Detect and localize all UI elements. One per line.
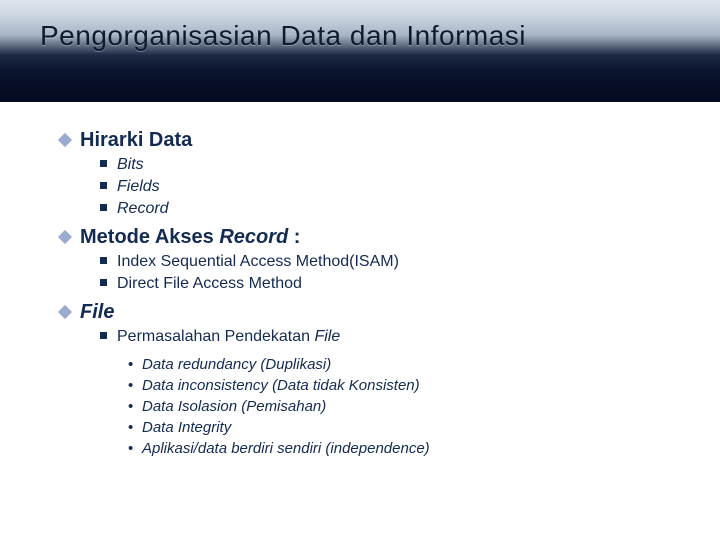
diamond-bullet-icon [58, 133, 72, 147]
item-text: Fields [117, 178, 160, 195]
heading-italic: Record [219, 226, 293, 248]
list-item: Fields [100, 176, 660, 198]
item-text: Bits [117, 156, 144, 173]
diamond-bullet-icon [58, 305, 72, 319]
item-text: Data redundancy (Duplikasi) [142, 356, 331, 373]
heading-hirarki-data: Hirarki Data [60, 129, 660, 152]
item-text-italic: File [314, 328, 340, 345]
slide: Pengorganisasian Data dan Informasi Hira… [0, 0, 720, 540]
item-text: Data inconsistency (Data tidak Konsisten… [142, 377, 420, 394]
list-item: Data inconsistency (Data tidak Konsisten… [128, 375, 660, 396]
list-item: Bits [100, 154, 660, 176]
list-metode: Index Sequential Access Method(ISAM) Dir… [100, 251, 660, 295]
heading-text: Hirarki Data [80, 129, 192, 151]
list-item: Data Integrity [128, 417, 660, 438]
list-item: Data Isolasion (Pemisahan) [128, 396, 660, 417]
item-text: Index Sequential Access Method(ISAM) [117, 253, 399, 270]
heading-text: Metode Akses [80, 226, 219, 248]
heading-file: File [60, 301, 660, 324]
item-text: Direct File Access Method [117, 275, 302, 292]
list-item: Data redundancy (Duplikasi) [128, 354, 660, 375]
item-text: Data Isolasion (Pemisahan) [142, 398, 326, 415]
heading-italic: File [80, 301, 114, 323]
list-item: Aplikasi/data berdiri sendiri (independe… [128, 438, 660, 459]
list-item: Permasalahan Pendekatan File [100, 326, 660, 348]
heading-after: : [294, 226, 301, 248]
item-text: Data Integrity [142, 419, 231, 436]
item-text: Aplikasi/data berdiri sendiri (independe… [142, 440, 430, 457]
sublist-file-problems: Data redundancy (Duplikasi) Data inconsi… [128, 354, 660, 459]
slide-title: Pengorganisasian Data dan Informasi [40, 20, 526, 52]
item-text: Record [117, 200, 169, 217]
list-item: Record [100, 198, 660, 220]
content-area: Hirarki Data Bits Fields Record Metode A… [60, 125, 660, 459]
list-item: Index Sequential Access Method(ISAM) [100, 251, 660, 273]
diamond-bullet-icon [58, 230, 72, 244]
list-item: Direct File Access Method [100, 273, 660, 295]
item-text-plain: Permasalahan Pendekatan [117, 328, 314, 345]
list-hirarki: Bits Fields Record [100, 154, 660, 220]
title-band: Pengorganisasian Data dan Informasi [0, 0, 720, 100]
heading-metode-akses: Metode Akses Record : [60, 226, 660, 249]
list-file: Permasalahan Pendekatan File [100, 326, 660, 348]
